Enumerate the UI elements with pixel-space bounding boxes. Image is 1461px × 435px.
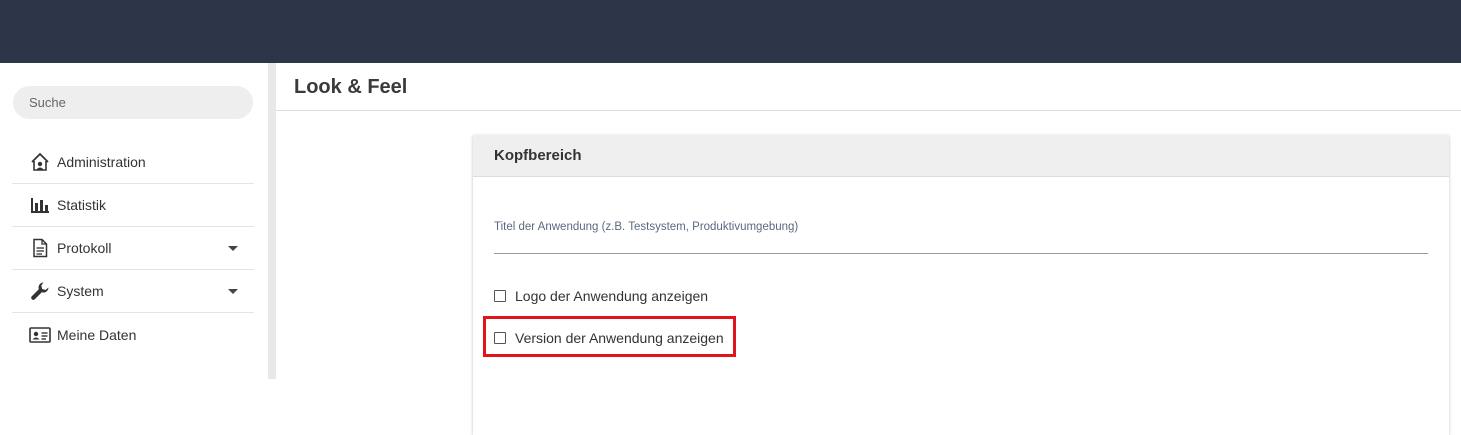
sidebar-item-statistik[interactable]: Statistik	[12, 184, 254, 227]
id-card-icon	[29, 324, 51, 346]
sidebar-item-protokoll[interactable]: Protokoll	[12, 227, 254, 270]
sidebar-item-administration[interactable]: Administration	[12, 141, 254, 184]
sidebar-item-label: System	[57, 283, 104, 299]
wrench-icon	[29, 280, 51, 302]
search-input[interactable]	[13, 86, 253, 119]
sidebar-item-label: Protokoll	[57, 240, 112, 256]
sidebar-item-label: Statistik	[57, 197, 107, 213]
sidebar: Administration Statistik	[0, 63, 268, 379]
chevron-down-icon[interactable]	[228, 246, 238, 251]
bar-chart-icon	[29, 194, 51, 216]
highlight-box	[483, 316, 736, 357]
app-title-input[interactable]	[494, 253, 1428, 254]
sidebar-item-meine-daten[interactable]: Meine Daten	[12, 313, 254, 356]
main-content: Look & Feel Kopfbereich Titel der Anwend…	[276, 63, 1461, 435]
settings-card: Kopfbereich Titel der Anwendung (z.B. Te…	[473, 135, 1449, 435]
document-icon	[29, 237, 51, 259]
chevron-down-icon[interactable]	[228, 289, 238, 294]
sidebar-item-label: Meine Daten	[57, 326, 137, 343]
top-app-bar	[0, 0, 1461, 63]
sidebar-item-system[interactable]: System	[12, 270, 254, 313]
show-logo-checkbox[interactable]	[494, 290, 506, 302]
show-logo-checkbox-row[interactable]: Logo der Anwendung anzeigen	[494, 288, 708, 304]
page-title: Look & Feel	[294, 76, 408, 98]
sidebar-nav: Administration Statistik Protokoll Syste…	[12, 141, 254, 356]
card-title: Kopfbereich	[473, 135, 1449, 177]
admin-house-icon	[29, 151, 51, 173]
sidebar-divider	[268, 63, 276, 379]
show-logo-label: Logo der Anwendung anzeigen	[515, 288, 709, 304]
sidebar-item-label: Administration	[57, 154, 146, 170]
title-divider	[276, 110, 1461, 111]
app-title-field-label: Titel der Anwendung (z.B. Testsystem, Pr…	[494, 221, 799, 233]
